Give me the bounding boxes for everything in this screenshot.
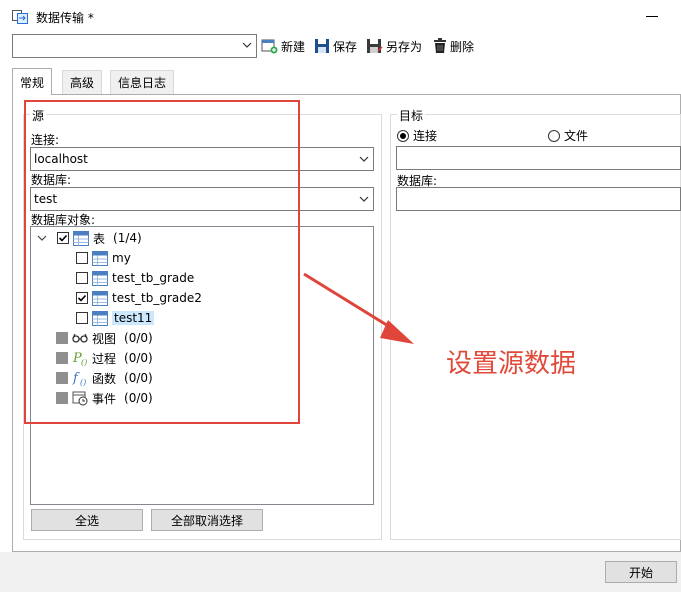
- annotation-highlight-box: [24, 100, 300, 424]
- chevron-down-icon: [359, 156, 369, 162]
- target-database-select[interactable]: [396, 187, 681, 211]
- deselect-all-button[interactable]: 全部取消选择: [151, 509, 263, 531]
- new-label: 新建: [281, 39, 306, 54]
- deselect-all-label: 全部取消选择: [170, 513, 243, 528]
- window-title: 数据传输 *: [36, 11, 94, 25]
- start-button[interactable]: 开始: [605, 561, 677, 583]
- delete-label: 删除: [450, 39, 475, 54]
- title-bar: [0, 0, 681, 32]
- target-radio-file[interactable]: 文件: [548, 127, 588, 144]
- delete-button[interactable]: 删除: [433, 36, 474, 56]
- profile-combobox[interactable]: [12, 34, 257, 58]
- radio-connection-label: 连接: [413, 129, 438, 143]
- data-transfer-app-icon: [12, 10, 28, 24]
- annotation-text: 设置源数据: [446, 349, 577, 379]
- footer-bar: [0, 552, 681, 592]
- save-as-label: 另存为: [386, 39, 423, 54]
- trash-icon: [434, 38, 446, 53]
- annotation-arrow-icon: [303, 272, 414, 344]
- save-as-button[interactable]: 另存为: [366, 36, 422, 56]
- target-radio-connection[interactable]: 连接: [397, 127, 437, 144]
- minimize-button[interactable]: [646, 16, 658, 17]
- save-icon: [315, 39, 329, 53]
- start-label: 开始: [628, 565, 653, 580]
- tab-log-label: 信息日志: [118, 76, 167, 90]
- select-all-label: 全选: [74, 513, 99, 528]
- tab-general-label: 常规: [20, 75, 45, 90]
- radio-button-selected[interactable]: [397, 129, 409, 142]
- save-as-icon: [367, 39, 383, 53]
- new-button[interactable]: 新建: [261, 36, 305, 56]
- chevron-down-icon: [242, 42, 252, 48]
- tab-log[interactable]: 信息日志: [110, 70, 175, 94]
- tab-advanced[interactable]: 高级: [62, 70, 103, 94]
- radio-button[interactable]: [548, 129, 560, 142]
- radio-file-label: 文件: [564, 129, 589, 143]
- chevron-down-icon: [359, 196, 369, 202]
- tab-general[interactable]: 常规: [12, 68, 53, 95]
- target-connection-select[interactable]: [396, 146, 681, 170]
- save-button[interactable]: 保存: [314, 36, 357, 56]
- target-group-title: 目标: [397, 107, 426, 124]
- tab-advanced-label: 高级: [70, 76, 95, 90]
- select-all-button[interactable]: 全选: [31, 509, 143, 531]
- save-label: 保存: [333, 39, 358, 54]
- new-icon: [261, 39, 278, 54]
